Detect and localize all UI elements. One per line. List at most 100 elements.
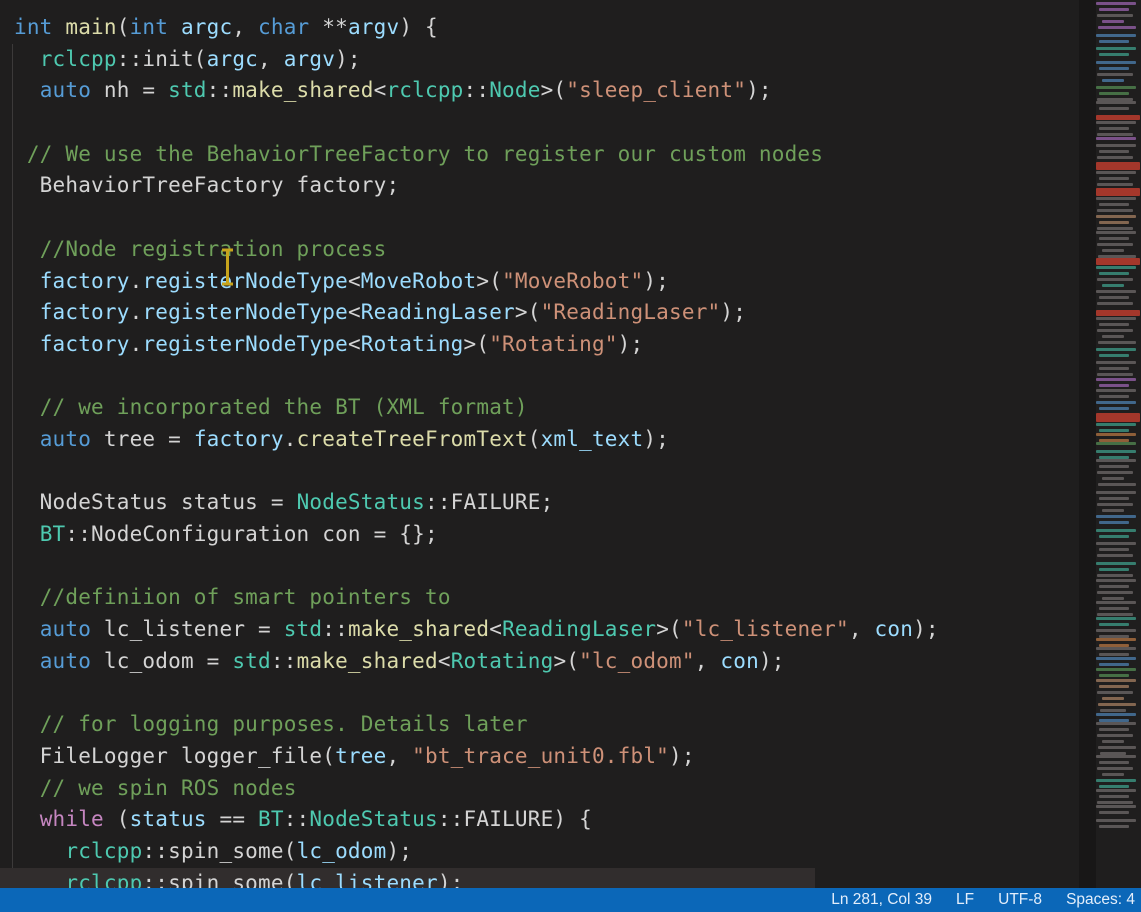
code-line: while (status == BT::NodeStatus::FAILURE… — [14, 804, 939, 836]
status-cursor-position[interactable]: Ln 281, Col 39 — [831, 891, 932, 909]
minimap-line — [1096, 101, 1136, 104]
minimap-line — [1096, 2, 1136, 5]
minimap[interactable] — [1096, 0, 1141, 888]
code-line: FileLogger logger_file(tree, "bt_trace_u… — [14, 741, 939, 773]
minimap-line — [1099, 384, 1129, 387]
minimap-line — [1096, 413, 1140, 422]
code-line — [14, 361, 939, 393]
minimap-line — [1099, 8, 1129, 11]
minimap-line — [1096, 258, 1140, 265]
minimap-line — [1099, 237, 1129, 240]
minimap-line — [1097, 734, 1133, 737]
minimap-line — [1096, 423, 1136, 426]
code-content: int main(int argc, char **argv) { rclcpp… — [14, 12, 939, 888]
minimap-line — [1098, 26, 1136, 29]
status-indentation[interactable]: Spaces: 4 — [1066, 891, 1135, 909]
minimap-line — [1098, 483, 1136, 486]
code-line — [14, 456, 939, 488]
code-line: NodeStatus status = NodeStatus::FAILURE; — [14, 487, 939, 519]
minimap-line — [1099, 296, 1129, 299]
minimap-line — [1099, 623, 1129, 626]
minimap-line — [1099, 221, 1129, 224]
minimap-line — [1099, 607, 1129, 610]
minimap-line — [1096, 459, 1136, 462]
minimap-line — [1097, 133, 1133, 136]
minimap-line — [1096, 713, 1136, 716]
code-line: rclcpp::init(argc, argv); — [14, 44, 939, 76]
minimap-line — [1097, 183, 1133, 186]
minimap-line — [1096, 188, 1140, 196]
minimap-line — [1099, 585, 1129, 588]
minimap-line — [1096, 310, 1140, 316]
minimap-line — [1096, 115, 1140, 120]
code-line: auto tree = factory.createTreeFromText(x… — [14, 424, 939, 456]
minimap-line — [1099, 825, 1129, 828]
minimap-line — [1096, 433, 1136, 436]
minimap-line — [1096, 348, 1136, 351]
minimap-line — [1096, 86, 1136, 89]
minimap-line — [1096, 61, 1136, 64]
minimap-line — [1099, 150, 1129, 153]
minimap-line — [1097, 373, 1133, 376]
minimap-line — [1096, 529, 1136, 532]
minimap-line — [1096, 47, 1136, 50]
minimap-line — [1102, 509, 1124, 512]
minimap-line — [1098, 746, 1136, 749]
code-line: factory.registerNodeType<Rotating>("Rota… — [14, 329, 939, 361]
status-eol-sequence[interactable]: LF — [956, 891, 974, 909]
minimap-line — [1099, 728, 1129, 731]
code-line: auto nh = std::make_shared<rclcpp::Node>… — [14, 75, 939, 107]
minimap-line — [1099, 521, 1129, 524]
minimap-line — [1099, 395, 1129, 398]
minimap-line — [1096, 679, 1136, 682]
minimap-line — [1097, 503, 1133, 506]
minimap-line — [1096, 542, 1136, 545]
minimap-line — [1096, 361, 1136, 364]
minimap-line — [1099, 653, 1129, 656]
minimap-line — [1096, 657, 1136, 660]
minimap-line — [1100, 709, 1126, 712]
minimap-line — [1096, 450, 1136, 453]
minimap-line — [1096, 515, 1136, 518]
minimap-line — [1102, 740, 1124, 743]
minimap-line — [1099, 354, 1129, 357]
minimap-line — [1096, 442, 1136, 445]
minimap-line — [1096, 647, 1136, 650]
minimap-line — [1096, 266, 1136, 269]
code-line: rclcpp::spin_some(lc_odom); — [14, 836, 939, 868]
minimap-line — [1102, 79, 1124, 82]
minimap-line — [1097, 329, 1133, 332]
status-encoding[interactable]: UTF-8 — [998, 891, 1042, 909]
minimap-line — [1096, 629, 1136, 632]
minimap-line — [1097, 243, 1133, 246]
minimap-line — [1099, 127, 1129, 130]
code-line — [14, 202, 939, 234]
minimap-line — [1099, 407, 1129, 410]
minimap-line — [1097, 574, 1133, 577]
minimap-line — [1096, 601, 1136, 604]
minimap-line — [1099, 497, 1129, 500]
minimap-line — [1102, 284, 1124, 287]
minimap-line — [1099, 535, 1129, 538]
minimap-line — [1099, 674, 1129, 677]
minimap-line — [1099, 761, 1129, 764]
minimap-line — [1102, 597, 1124, 600]
minimap-line — [1099, 367, 1129, 370]
minimap-line — [1096, 378, 1136, 381]
minimap-line — [1097, 156, 1133, 159]
code-line: BehaviorTreeFactory factory; — [14, 170, 939, 202]
code-line: // we spin ROS nodes — [14, 773, 939, 805]
minimap-line — [1102, 477, 1124, 480]
minimap-line — [1096, 638, 1136, 641]
minimap-line — [1099, 67, 1129, 70]
minimap-line — [1096, 34, 1136, 37]
code-line: factory.registerNodeType<MoveRobot>("Mov… — [14, 266, 939, 298]
code-line — [14, 107, 939, 139]
minimap-line — [1096, 231, 1136, 234]
code-line: // We use the BehaviorTreeFactory to reg… — [14, 139, 939, 171]
minimap-line — [1099, 107, 1129, 110]
minimap-line — [1096, 617, 1136, 620]
minimap-line — [1097, 227, 1133, 230]
code-editor[interactable]: int main(int argc, char **argv) { rclcpp… — [0, 0, 1141, 888]
code-line: //Node registration process — [14, 234, 939, 266]
